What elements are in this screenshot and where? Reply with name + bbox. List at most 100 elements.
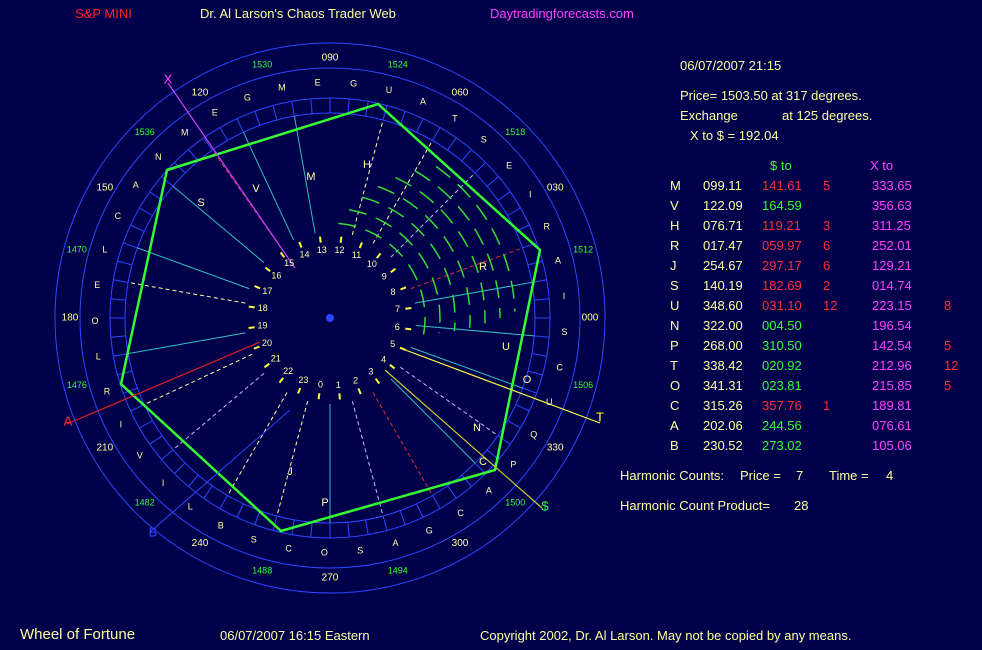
- hour-tick: [376, 252, 382, 259]
- degree-tick: [139, 207, 153, 216]
- hour-label: 14: [299, 249, 309, 259]
- hour-label: 23: [298, 375, 308, 385]
- x-to-value: 215.85: [872, 378, 912, 393]
- green-arc: [348, 208, 441, 334]
- x-count: 12: [944, 358, 959, 373]
- planet-mark-v: V: [252, 183, 260, 195]
- spoke: [415, 325, 535, 337]
- hour-tick: [319, 236, 322, 243]
- hour-tick: [358, 242, 363, 249]
- x-line: [167, 82, 296, 269]
- spoke: [128, 332, 246, 355]
- degree-tick: [174, 462, 186, 474]
- degree-label: 270: [322, 573, 339, 584]
- spoke: [128, 281, 246, 304]
- dollar-to-value: 273.02: [762, 438, 802, 453]
- info-exchange-label: Exchange: [680, 108, 738, 123]
- spoke: [351, 119, 384, 236]
- degree-tick: [113, 279, 129, 283]
- hour-tick: [374, 378, 381, 385]
- degree-label: 330: [547, 443, 564, 454]
- degree-tick: [310, 98, 313, 114]
- col-header-dollar: $ to: [770, 158, 792, 173]
- zodiac-letter: A: [133, 180, 139, 190]
- zodiac-letter: S: [481, 135, 487, 145]
- degree-tick: [534, 335, 550, 338]
- hour-tick: [248, 305, 255, 309]
- zodiac-letter: E: [506, 160, 512, 170]
- harmonic-time-label: Time =: [829, 468, 869, 483]
- dollar-line: [384, 369, 543, 509]
- hour-label: 5: [390, 339, 395, 349]
- degree-tick: [382, 515, 388, 531]
- dollar-to-value: 141.61: [762, 178, 802, 193]
- hour-label: 10: [367, 259, 377, 269]
- planet-symbol: M: [670, 178, 681, 193]
- degree-label: 120: [192, 87, 209, 98]
- spoke: [390, 172, 476, 258]
- planet-degree: 315.26: [703, 398, 743, 413]
- zodiac-letter: G: [426, 525, 433, 535]
- zodiac-letter: L: [188, 501, 193, 511]
- hour-label: 12: [334, 245, 344, 255]
- planet-mark-u: U: [502, 341, 510, 353]
- planet-mark-c: C: [479, 456, 487, 468]
- degree-tick: [365, 519, 369, 535]
- hour-tick: [263, 362, 270, 369]
- degree-tick: [203, 485, 213, 499]
- degree-tick: [149, 435, 163, 445]
- zodiac-letter: Q: [530, 430, 537, 440]
- zodiac-letter: U: [546, 397, 553, 407]
- site-link[interactable]: Daytradingforecasts.com: [490, 6, 634, 21]
- planet-mark-o: O: [523, 374, 532, 386]
- spoke: [172, 185, 265, 264]
- zodiac-letter: C: [285, 544, 292, 554]
- harmonic-time-value: 4: [886, 468, 894, 483]
- hour-label: 1: [336, 380, 341, 390]
- dollar-to-value: 023.81: [762, 378, 802, 393]
- zodiac-letter: M: [278, 82, 286, 92]
- spoke: [414, 281, 532, 304]
- degree-tick: [497, 191, 511, 201]
- footer-time: 06/07/2007 16:15 Eastern: [220, 628, 370, 643]
- price-level-label: 1500: [505, 498, 525, 508]
- hour-tick: [339, 236, 343, 243]
- dollar-count: 6: [823, 238, 831, 253]
- zodiac-letter: C: [115, 211, 122, 221]
- harmonic-label: Harmonic Counts:: [620, 468, 725, 483]
- app-title: Dr. Al Larson's Chaos Trader Web: [200, 6, 396, 21]
- planet-degree: 122.09: [703, 198, 743, 213]
- hour-label: 19: [257, 321, 267, 331]
- dollar-to-value: 020.92: [762, 358, 802, 373]
- degree-tick: [416, 503, 424, 518]
- zodiac-letter: G: [350, 79, 357, 89]
- degree-label: 090: [322, 53, 339, 64]
- hour-label: 3: [368, 367, 373, 377]
- info-price: Price= 1503.50 at 317 degrees.: [680, 88, 862, 103]
- planet-mark-dollar: $: [541, 498, 549, 513]
- price-level-label: 1512: [573, 245, 593, 255]
- spoke: [227, 392, 288, 496]
- price-level-label: 1506: [573, 380, 593, 390]
- dollar-count: 5: [823, 178, 831, 193]
- planet-mark-p: P: [321, 497, 328, 509]
- center-dot: [326, 314, 334, 322]
- degree-tick: [254, 510, 261, 525]
- degree-tick: [486, 176, 499, 187]
- hour-tick: [278, 377, 284, 384]
- degree-tick: [534, 298, 550, 301]
- zodiac-letter: I: [529, 189, 532, 199]
- zodiac-letter: I: [162, 478, 165, 488]
- zodiac-letter: T: [452, 113, 458, 123]
- degree-tick: [310, 522, 313, 538]
- hour-tick: [338, 393, 341, 400]
- planet-symbol: J: [670, 258, 677, 273]
- degree-tick: [219, 495, 228, 509]
- x-to-value: 105.06: [872, 438, 912, 453]
- x-to-value: 142.54: [872, 338, 912, 353]
- hour-label: 17: [262, 286, 272, 296]
- zodiac-letter: O: [91, 316, 98, 326]
- zodiac-letter: L: [102, 245, 107, 255]
- zodiac-letter: E: [94, 280, 100, 290]
- hour-tick: [405, 307, 412, 310]
